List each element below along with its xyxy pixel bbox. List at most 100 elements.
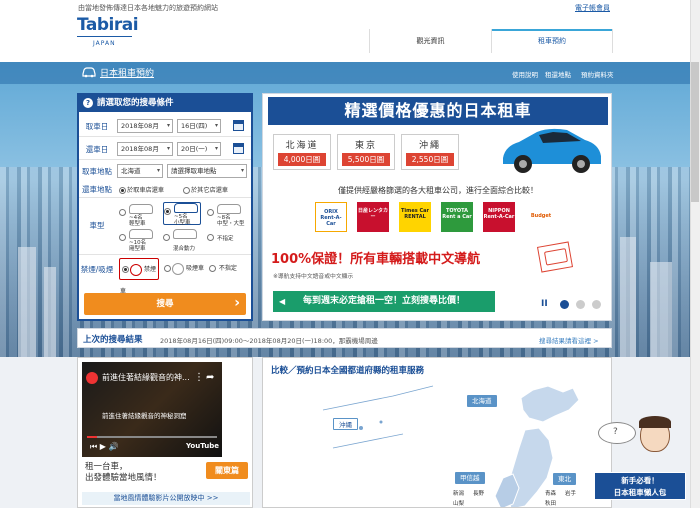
radio[interactable] xyxy=(119,209,126,216)
pref-link[interactable]: 新潟 xyxy=(453,489,464,497)
area-card-hokkaido[interactable]: 北海道 4,000日圓 xyxy=(273,134,331,170)
pref-link[interactable]: 山梨 xyxy=(453,499,464,507)
cartype-midsize[interactable]: ~8名 中型・大型 xyxy=(207,204,245,227)
navigation-note: ※導航支持中文語音或中文顯示 xyxy=(273,274,354,280)
pickup-label: 取車日 xyxy=(85,122,109,131)
share-icon[interactable]: ➦ xyxy=(206,372,214,383)
tab-car-rental[interactable]: 租車預約 xyxy=(491,29,613,53)
kanto-button[interactable]: 關東篇 xyxy=(206,462,248,479)
tab-sightseeing[interactable]: 觀光資訊 xyxy=(369,29,491,53)
carousel-dot-active[interactable] xyxy=(560,300,569,309)
radio[interactable] xyxy=(164,265,171,272)
area-price: 4,000日圓 xyxy=(278,153,326,166)
beginner-guide-widget[interactable]: 新手必看！ 日本租車懶人包 xyxy=(594,416,686,506)
last-search-title: 上次的搜尋結果 xyxy=(83,335,143,345)
video-progress-bar[interactable] xyxy=(87,436,217,438)
radio[interactable] xyxy=(209,265,216,272)
banner-title: 精選價格優惠的日本租車 xyxy=(268,97,608,125)
pref-link[interactable]: 秋田 xyxy=(545,499,556,507)
cartype-hybrid[interactable]: 混合動力 xyxy=(163,229,201,252)
region-okinawa[interactable]: 沖縄 xyxy=(333,418,358,430)
pause-button[interactable]: II xyxy=(541,299,553,311)
pickup-calendar-icon[interactable] xyxy=(233,120,244,131)
youtube-logo[interactable]: YouTube xyxy=(186,442,219,450)
video-footer-link[interactable]: 當地風情體驗影片公開放映中 >> xyxy=(82,492,250,505)
return-area-row: 還車地點 於取車店還車 於其它店還車 xyxy=(79,181,251,198)
car-icon xyxy=(173,229,197,239)
video-title[interactable]: 前進住著結緣觀音的神... xyxy=(102,372,190,383)
radio[interactable] xyxy=(183,186,190,194)
link-locations[interactable]: 租還地點 xyxy=(545,69,571,79)
tabirai-logo[interactable]: Tabirai xyxy=(77,15,139,35)
brand-logo-orix: ORIX Rent-A-Car xyxy=(315,202,347,232)
radio-selected[interactable] xyxy=(164,208,171,215)
pref-link[interactable]: 長野 xyxy=(473,489,484,497)
return-day-select[interactable]: 20日(一) xyxy=(177,142,221,156)
return-calendar-icon[interactable] xyxy=(233,143,244,154)
car-icon xyxy=(129,229,153,239)
last-search-content[interactable]: 2018年08月16日(四)09:00～2018年08月20日(一)18:00，… xyxy=(160,335,378,345)
carousel-dot[interactable] xyxy=(576,300,585,309)
scrollbar-thumb[interactable] xyxy=(691,62,699,202)
member-link[interactable]: 電子帳會員 xyxy=(575,3,610,13)
navigation-guarantee: 100%保證！所有車輛搭載中文導航 xyxy=(271,252,481,267)
area-card-okinawa[interactable]: 沖繩 2,550日圓 xyxy=(401,134,459,170)
pickup-month-select[interactable]: 2018年08月 xyxy=(117,119,173,133)
cartype-compact[interactable]: ~5名 小型車 xyxy=(163,202,201,226)
area-name: 沖繩 xyxy=(418,141,441,151)
watch-later-icon[interactable]: ⋮ xyxy=(194,372,204,383)
region-tohoku[interactable]: 東北 xyxy=(553,473,576,485)
smoking-icon xyxy=(172,262,184,275)
smoke-option-nonsmoking[interactable]: 禁煙車 xyxy=(119,258,159,295)
beginner-guide-label[interactable]: 新手必看！ 日本租車懶人包 xyxy=(594,472,686,500)
search-panel-title: 請選取您的搜尋條件 xyxy=(97,98,174,108)
building-shape xyxy=(620,237,636,357)
cartype-kei[interactable]: ~4名 輕型車 xyxy=(119,204,157,227)
area-price: 5,500日圓 xyxy=(342,153,390,166)
video-promo-line-2: 出發體驗當地風情！ xyxy=(85,473,162,483)
region-koshinetsu[interactable]: 甲信越 xyxy=(455,472,485,484)
area-card-tokyo[interactable]: 東京 5,500日圓 xyxy=(337,134,395,170)
building-shape xyxy=(44,267,56,357)
cartype-name: 混合動力 xyxy=(173,246,196,252)
region-hokkaido[interactable]: 北海道 xyxy=(467,395,497,407)
radio[interactable] xyxy=(163,234,170,241)
pickup-place-select[interactable]: 請選擇取車地點 xyxy=(167,164,247,178)
smoke-option-any[interactable]: 不指定 xyxy=(209,258,249,280)
other-place-text: 於其它店還車 xyxy=(191,187,229,194)
playback-controls-icon[interactable]: ⏮ ▶ 🔊 xyxy=(90,442,118,452)
link-usage-guide[interactable]: 使用說明 xyxy=(512,69,538,79)
pref-link[interactable]: 青森 xyxy=(545,489,556,497)
other-place-option[interactable]: 於其它店還車 xyxy=(183,185,228,194)
radio-selected[interactable] xyxy=(119,186,126,194)
guide-line-1: 新手必看！ xyxy=(621,476,659,485)
area-name: 北海道 xyxy=(285,141,319,151)
site-tagline: 由當地發佈傳達日本各地魅力的旅遊預約網站 xyxy=(78,4,218,12)
cartype-van[interactable]: ~10名 廂型車 xyxy=(119,229,157,252)
link-booking-folder[interactable]: 預約資料夾 xyxy=(581,69,614,79)
page-title[interactable]: 日本租車預約 xyxy=(100,66,154,79)
carousel-dot[interactable] xyxy=(592,300,601,309)
subheader-bar: 日本租車預約 使用說明 租還地點 預約資料夾 xyxy=(0,62,700,84)
radio[interactable] xyxy=(207,209,214,216)
radio-selected[interactable] xyxy=(122,266,129,273)
area-name: 東京 xyxy=(354,141,377,151)
pref-link[interactable]: 岩手 xyxy=(565,489,576,497)
same-place-option[interactable]: 於取車店還車 xyxy=(119,185,164,194)
radio[interactable] xyxy=(207,234,214,241)
return-area-label: 還車地點 xyxy=(82,185,112,194)
search-button[interactable]: 搜尋 xyxy=(84,292,246,315)
radio[interactable] xyxy=(119,234,126,241)
video-player[interactable]: 前進住著結緣觀音的神... ⋮ ➦ 前進住著結緣觀音的神秘洞窟 ⏮ ▶ 🔊 Yo… xyxy=(82,362,222,457)
prefecture-select[interactable]: 北海道 xyxy=(117,164,163,178)
last-search-more-link[interactable]: 搜尋結果請看這裡 > xyxy=(539,335,599,345)
smoke-option-smoking[interactable]: 吸煙車 xyxy=(164,258,204,280)
return-month-select[interactable]: 2018年08月 xyxy=(117,142,173,156)
smoking-row: 禁煙/吸煙 禁煙車 吸煙車 不指定 xyxy=(79,255,251,295)
cartype-name: 廂型車 xyxy=(129,246,146,252)
promo-cta[interactable]: 每到週末必定搶租一空！立刻搜尋比價！ xyxy=(273,291,495,312)
pickup-day-select[interactable]: 16日(四) xyxy=(177,119,221,133)
cartype-any[interactable]: 不指定 xyxy=(207,229,245,248)
promo-banner[interactable]: 精選價格優惠的日本租車 北海道 4,000日圓 東京 5,500日圓 沖繩 2,… xyxy=(262,93,612,321)
vertical-scrollbar[interactable] xyxy=(690,0,700,508)
